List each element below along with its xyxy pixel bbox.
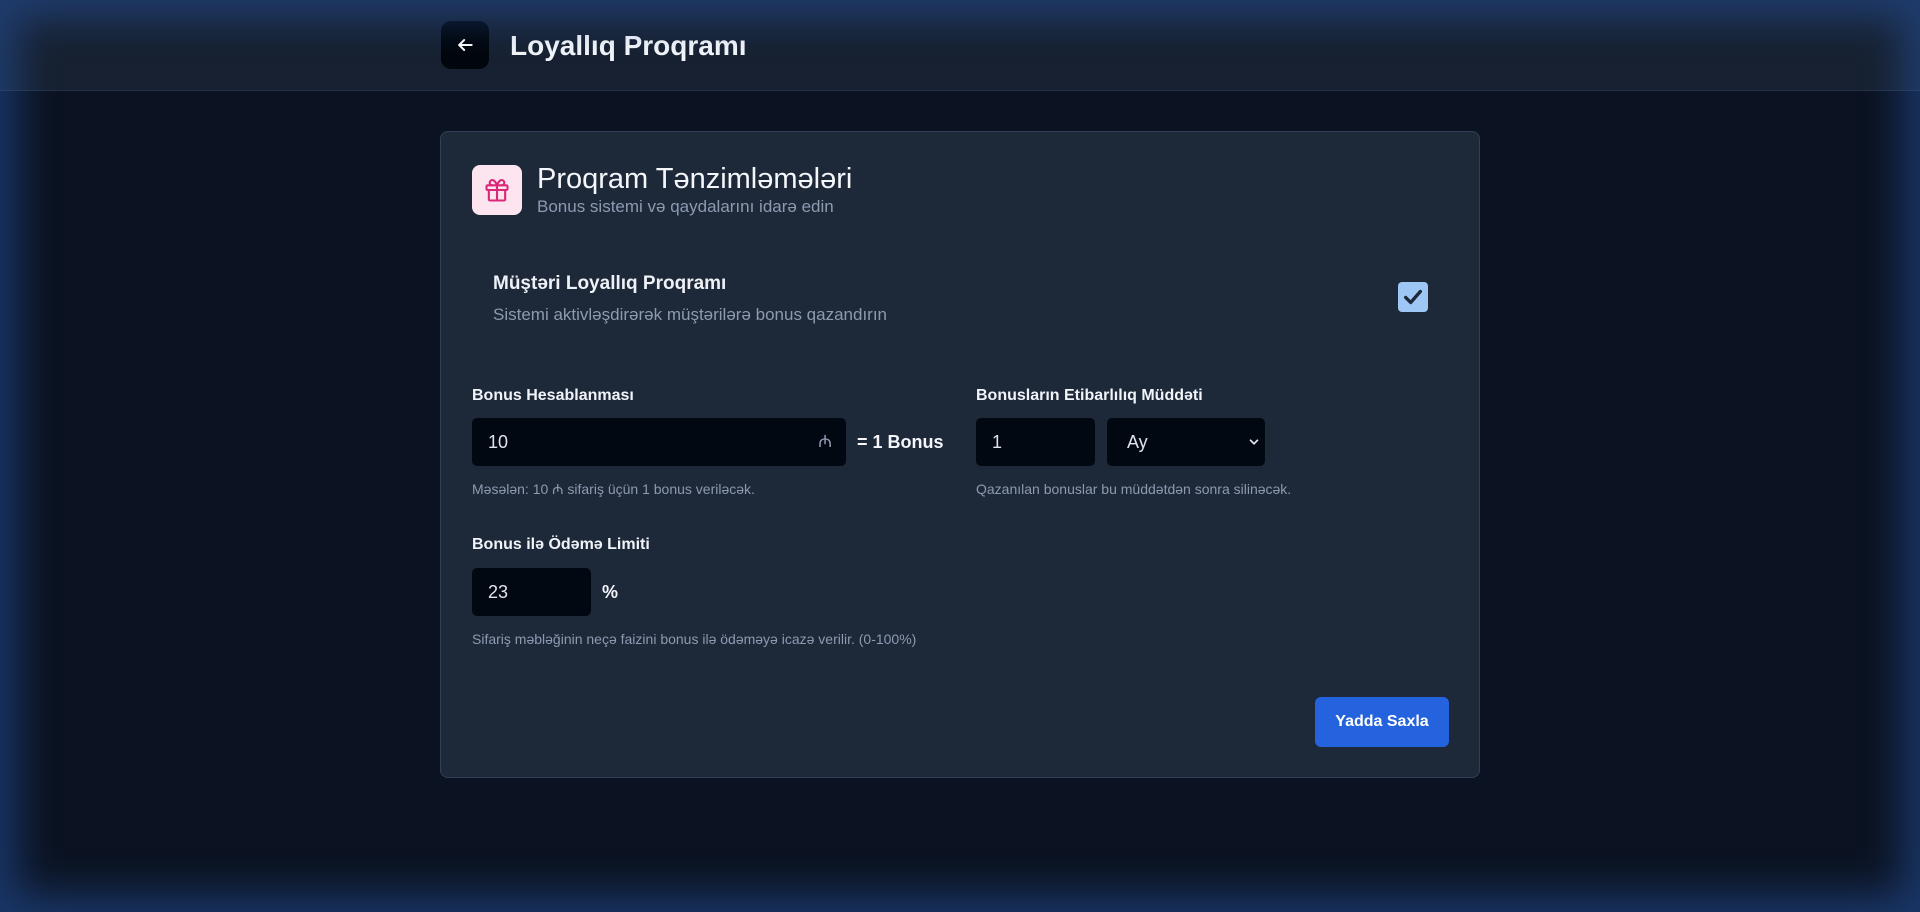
percent-sign: % bbox=[602, 582, 619, 602]
bonus-equals-text: = 1 Bonus bbox=[857, 432, 944, 452]
back-button[interactable] bbox=[441, 21, 489, 69]
page: Loyallıq Proqramı Proqram Tənzimləmələri… bbox=[0, 0, 1920, 912]
bonus-calc-label: Bonus Hesablanması bbox=[472, 387, 634, 404]
validity-unit-value: Ay bbox=[1127, 432, 1148, 452]
bonus-calc-help: Məsələn: 10 ₼ sifariş üçün 1 bonus veril… bbox=[472, 481, 755, 497]
loyalty-toggle-description: Sistemi aktivləşdirərək müştərilərə bonu… bbox=[493, 305, 888, 324]
save-button[interactable]: Yadda Saxla bbox=[1315, 697, 1449, 747]
bonus-calc-value: 10 bbox=[488, 432, 509, 452]
checkmark-icon bbox=[1404, 289, 1422, 305]
gift-icon bbox=[485, 179, 509, 202]
loyalty-toggle-title: Müştəri Loyallıq Proqramı bbox=[493, 273, 727, 294]
settings-card: Proqram Tənzimləmələri Bonus sistemi və … bbox=[440, 131, 1480, 778]
payment-limit-help: Sifariş məbləğinin neçə faizini bonus il… bbox=[472, 631, 917, 647]
arrow-left-icon bbox=[458, 39, 473, 51]
payment-limit-label: Bonus ilə Ödəmə Limiti bbox=[472, 536, 650, 553]
card-subtitle: Bonus sistemi və qaydalarını idarə edin bbox=[537, 197, 834, 216]
card-icon-box bbox=[472, 165, 522, 215]
top-bar: Loyallıq Proqramı bbox=[0, 0, 1920, 91]
validity-help: Qazanılan bonuslar bu müddətdən sonra si… bbox=[976, 481, 1292, 497]
payment-limit-input[interactable]: 23 bbox=[472, 568, 591, 616]
card-title: Proqram Tənzimləmələri bbox=[537, 163, 853, 195]
validity-unit-select[interactable]: Ay bbox=[1107, 418, 1265, 466]
validity-input[interactable]: 1 bbox=[976, 418, 1095, 466]
bonus-calc-input[interactable]: 10 ₼ bbox=[472, 418, 846, 466]
chevron-down-icon bbox=[1249, 439, 1259, 445]
validity-label: Bonusların Etibarlılıq Müddəti bbox=[976, 387, 1203, 404]
currency-symbol: ₼ bbox=[818, 432, 832, 451]
loyalty-enabled-checkbox[interactable] bbox=[1398, 282, 1428, 312]
page-title: Loyallıq Proqramı bbox=[510, 30, 747, 61]
